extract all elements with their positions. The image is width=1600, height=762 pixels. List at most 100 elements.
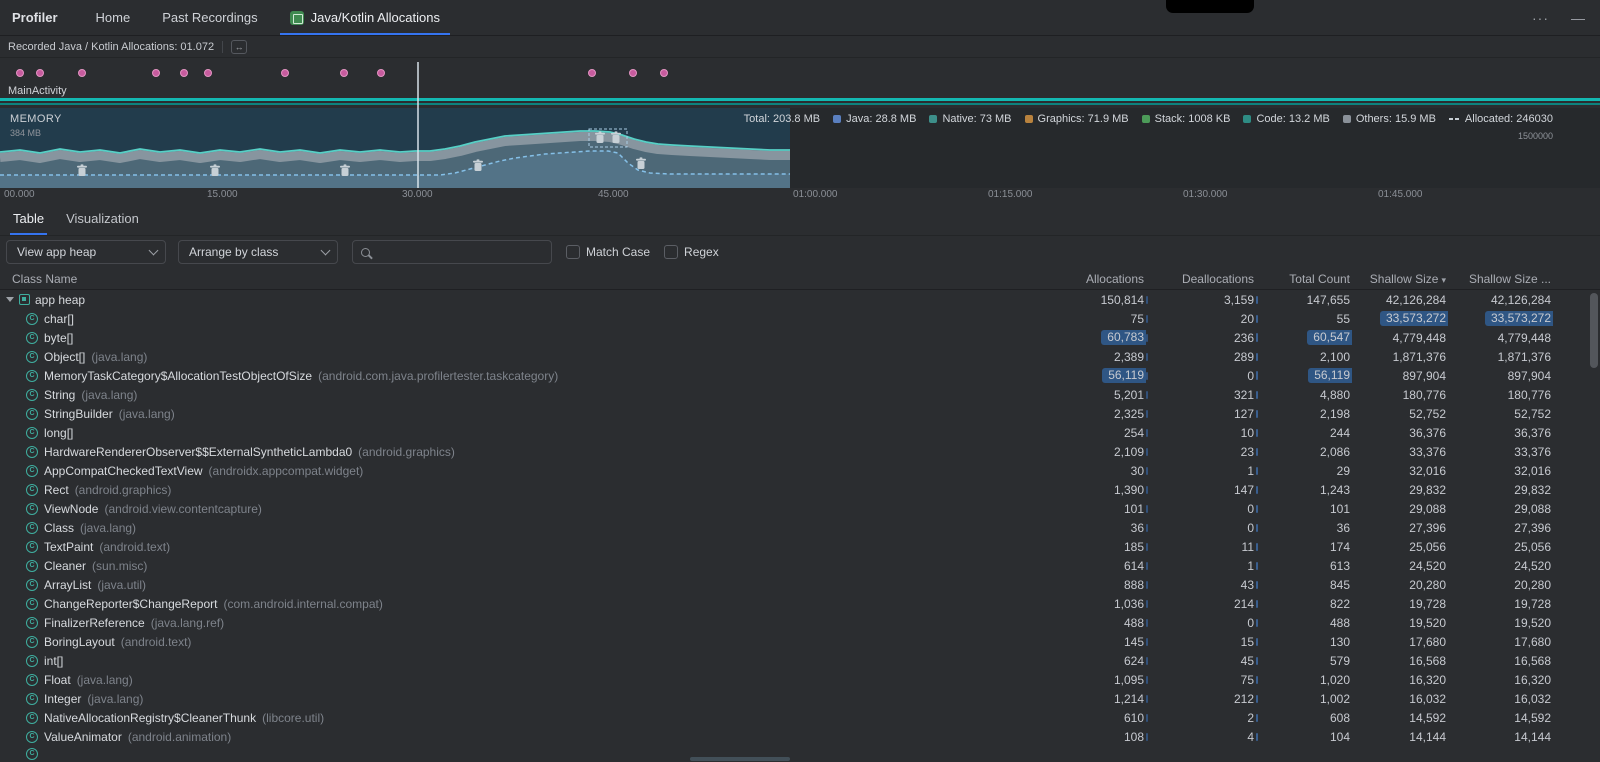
horizontal-scrollbar[interactable] — [690, 757, 790, 761]
shallow-size-cell: 16,032 — [1352, 692, 1448, 706]
cell-value: 25,056 — [1514, 540, 1551, 554]
cell-value: 1,871,376 — [1498, 350, 1551, 364]
class-name: AppCompatCheckedTextView — [44, 464, 203, 478]
cell-value: 1 — [1247, 559, 1254, 573]
cell-value: 104 — [1330, 730, 1350, 744]
tab-home[interactable]: Home — [80, 0, 147, 35]
table-row[interactable]: CNativeAllocationRegistry$CleanerThunk(l… — [0, 708, 1600, 727]
view-tab-visualization[interactable]: Visualization — [55, 202, 150, 235]
table-row[interactable]: CViewNode(android.view.contentcapture)10… — [0, 499, 1600, 518]
regex-checkbox[interactable]: Regex — [664, 245, 719, 259]
cell-value: 29,832 — [1514, 483, 1551, 497]
column-header-total-count[interactable]: Total Count — [1256, 272, 1352, 286]
legend-swatch — [1142, 115, 1150, 123]
allocation-event-dot[interactable] — [152, 69, 160, 77]
table-row[interactable]: CRect(android.graphics)1,3901471,24329,8… — [0, 480, 1600, 499]
total-count-cell: 1,020 — [1256, 673, 1352, 687]
match-case-checkbox[interactable]: Match Case — [566, 245, 650, 259]
table-row[interactable]: CInteger(java.lang)1,2142121,00216,03216… — [0, 689, 1600, 708]
legend-label: Total: 203.8 MB — [744, 113, 820, 125]
table-row[interactable]: Cchar[]75205533,573,27233,573,272 — [0, 309, 1600, 328]
allocation-event-dot[interactable] — [629, 69, 637, 77]
expander-icon[interactable] — [6, 297, 14, 302]
table-row[interactable]: CChangeReporter$ChangeReport(com.android… — [0, 594, 1600, 613]
vertical-scrollbar[interactable] — [1590, 293, 1598, 368]
column-header-label: Allocations — [1086, 272, 1144, 286]
class-name-cell: CBoringLayout(android.text) — [0, 635, 1056, 649]
shallow-size-2-cell: 14,144 — [1448, 730, 1553, 744]
cell-value: 16,320 — [1409, 673, 1446, 687]
search-input[interactable] — [376, 244, 543, 260]
timeline: MainActivity — [0, 58, 1600, 202]
table-row[interactable]: CAppCompatCheckedTextView(androidx.appco… — [0, 461, 1600, 480]
table-row[interactable]: CTextPaint(android.text)1851117425,05625… — [0, 537, 1600, 556]
cell-value: 147,655 — [1307, 293, 1350, 307]
allocations-cell: 56,119 — [1056, 368, 1146, 383]
allocation-event-dot[interactable] — [36, 69, 44, 77]
view-tab-table[interactable]: Table — [2, 202, 55, 235]
table-row[interactable]: CMemoryTaskCategory$AllocationTestObject… — [0, 366, 1600, 385]
allocation-event-dot[interactable] — [204, 69, 212, 77]
more-icon[interactable]: ··· — [1532, 10, 1549, 26]
timeline-playhead[interactable] — [417, 62, 419, 188]
table-row[interactable]: Clong[]2541024436,37636,376 — [0, 423, 1600, 442]
column-header-deallocations[interactable]: Deallocations — [1146, 272, 1256, 286]
allocation-event-dot[interactable] — [660, 69, 668, 77]
cell-value: 20 — [1241, 312, 1254, 326]
column-header-allocations[interactable]: Allocations — [1056, 272, 1146, 286]
allocations-cell: 254 — [1056, 426, 1146, 440]
table-row[interactable]: Cbyte[]60,78323660,5474,779,4484,779,448 — [0, 328, 1600, 347]
table-row[interactable]: CFinalizerReference(java.lang.ref)488048… — [0, 613, 1600, 632]
tab-java-kotlin-allocations[interactable]: Java/Kotlin Allocations — [274, 0, 456, 35]
cell-value: 2,100 — [1320, 350, 1350, 364]
table-row[interactable]: CHardwareRendererObserver$$ExternalSynth… — [0, 442, 1600, 461]
table-row[interactable]: CObject[](java.lang)2,3892892,1001,871,3… — [0, 347, 1600, 366]
column-header-class-name[interactable]: Class Name — [0, 272, 1056, 286]
allocation-event-dot[interactable] — [281, 69, 289, 77]
app-title: Profiler — [0, 0, 80, 35]
table-row[interactable]: CClass(java.lang)3603627,39627,396 — [0, 518, 1600, 537]
allocation-event-dot[interactable] — [588, 69, 596, 77]
allocations-cell: 614 — [1056, 559, 1146, 573]
class-icon: C — [26, 503, 38, 515]
allocation-event-dot[interactable] — [78, 69, 86, 77]
column-header-shallow-size-[interactable]: Shallow Size ... — [1448, 272, 1553, 286]
heap-select[interactable]: View app heap — [6, 240, 166, 264]
legend-item: Allocated: 246030 — [1449, 113, 1553, 125]
minimize-icon[interactable]: — — [1571, 10, 1586, 26]
table-row[interactable]: CArrayList(java.util)8884384520,28020,28… — [0, 575, 1600, 594]
class-icon: C — [26, 748, 38, 760]
shallow-size-cell: 14,144 — [1352, 730, 1448, 744]
cell-value: 1,243 — [1320, 483, 1350, 497]
allocation-event-dot[interactable] — [180, 69, 188, 77]
cell-value: 43 — [1241, 578, 1254, 592]
table-row[interactable]: CValueAnimator(android.animation)1084104… — [0, 727, 1600, 746]
activity-label: MainActivity — [8, 85, 67, 97]
class-name-cell: CArrayList(java.util) — [0, 578, 1056, 592]
tab-past-recordings[interactable]: Past Recordings — [146, 0, 273, 35]
shallow-size-2-cell: 24,520 — [1448, 559, 1553, 573]
arrange-select[interactable]: Arrange by class — [178, 240, 338, 264]
class-name: Float — [44, 673, 71, 687]
total-count-cell: 845 — [1256, 578, 1352, 592]
column-header-shallow-size[interactable]: Shallow Size▾ — [1352, 272, 1448, 286]
time-axis-label: 01:45.000 — [1378, 189, 1423, 200]
time-axis-label: 00.000 — [4, 189, 35, 200]
table-row[interactable]: CFloat(java.lang)1,095751,02016,32016,32… — [0, 670, 1600, 689]
table-row[interactable]: Cint[]6244557916,56816,568 — [0, 651, 1600, 670]
table-row[interactable]: CString(java.lang)5,2013214,880180,77618… — [0, 385, 1600, 404]
allocation-event-dot[interactable] — [377, 69, 385, 77]
class-icon: C — [26, 427, 38, 439]
cell-value: 101 — [1124, 502, 1144, 516]
table-row[interactable]: CBoringLayout(android.text)1451513017,68… — [0, 632, 1600, 651]
cell-value: 17,680 — [1514, 635, 1551, 649]
table-row[interactable]: CStringBuilder(java.lang)2,3251272,19852… — [0, 404, 1600, 423]
search-box[interactable] — [352, 240, 552, 264]
screen-notch — [1166, 0, 1254, 13]
allocation-event-dot[interactable] — [16, 69, 24, 77]
zoom-to-selection-icon[interactable]: ↔ — [231, 40, 247, 54]
table-row[interactable]: CCleaner(sun.misc)614161324,52024,520 — [0, 556, 1600, 575]
allocation-event-dot[interactable] — [340, 69, 348, 77]
table-row[interactable]: app heap150,8143,159147,65542,126,28442,… — [0, 290, 1600, 309]
table-row-partial[interactable]: C — [0, 746, 1600, 762]
